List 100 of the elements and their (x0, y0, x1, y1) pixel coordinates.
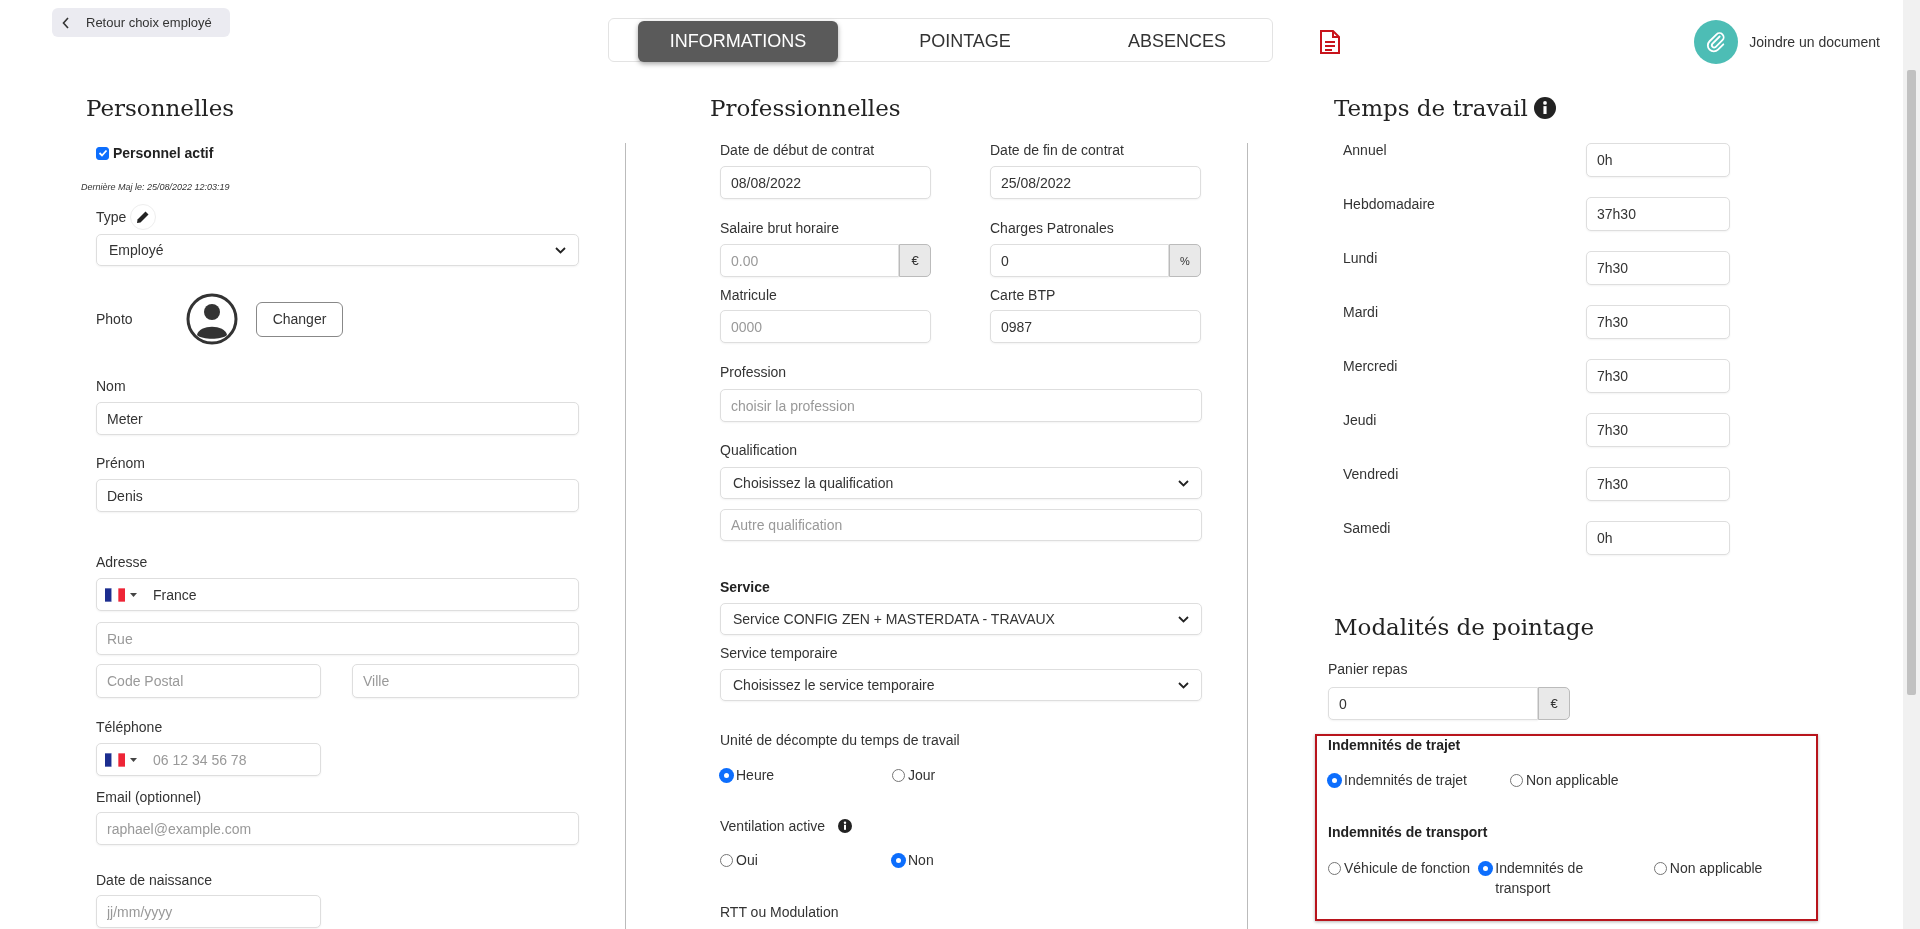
temporary-service-select[interactable]: Choisissez le service temporaire (720, 669, 1202, 701)
phone-field[interactable]: 06 12 34 56 78 (96, 743, 321, 776)
input-field[interactable]: Code Postal (96, 664, 321, 698)
input-field[interactable]: 7h30 (1586, 251, 1730, 285)
input-field[interactable]: 0987 (990, 310, 1201, 343)
input-field[interactable]: 7h30 (1586, 359, 1730, 393)
type-select[interactable]: Employé (96, 234, 579, 266)
info-icon (1533, 97, 1556, 119)
group-label: Indemnités de trajet (1328, 736, 1462, 754)
input-field[interactable]: 0 (1328, 687, 1538, 720)
country-field[interactable]: France (96, 578, 579, 611)
field-label: Service temporaire (720, 644, 838, 662)
radio-label: Non applicable (1526, 771, 1619, 790)
field-label: Unité de décompte du temps de travail (720, 731, 960, 749)
radio-label: Véhicule de fonction (1344, 859, 1471, 878)
radio-button[interactable] (1328, 862, 1341, 875)
radio-label: Indemnités de transport (1495, 859, 1585, 898)
section-title: Modalités de pointage (1333, 613, 1596, 642)
unit-addon: € (899, 244, 931, 277)
date-field[interactable]: jj/mm/yyyy (96, 895, 321, 928)
radio-label: Jour (908, 767, 936, 783)
radio-label: Heure (736, 767, 775, 783)
field-label: Mardi (1343, 303, 1379, 321)
radio-button[interactable] (1653, 862, 1667, 875)
radio-button[interactable] (720, 853, 733, 867)
field-label: Adresse (96, 553, 148, 571)
input-field[interactable]: 0.00 (720, 244, 899, 277)
unit-addon: € (1538, 687, 1570, 720)
chevron-left-icon (62, 16, 70, 29)
input-field[interactable]: 0000 (720, 310, 931, 343)
field-label: Téléphone (96, 718, 163, 736)
service-select[interactable]: Service CONFIG ZEN + MASTERDATA - TRAVAUX (720, 603, 1202, 635)
document-icon[interactable] (1320, 30, 1340, 54)
field-label: Lundi (1343, 249, 1379, 267)
input-field[interactable]: 7h30 (1586, 467, 1730, 501)
scrollbar[interactable] (1903, 0, 1920, 929)
qualification-select[interactable]: Choisissez la qualification (720, 467, 1202, 499)
field-label: Vendredi (1343, 465, 1400, 483)
field-label: Service (720, 578, 770, 596)
field-label: Samedi (1343, 519, 1392, 537)
field-label: Date de début de contrat (720, 141, 876, 159)
field-label: Annuel (1343, 141, 1388, 159)
avatar-icon (186, 293, 238, 345)
field-label: Type (96, 208, 127, 226)
field-label: Charges Patronales (990, 219, 1115, 237)
input-field[interactable]: 7h30 (1586, 305, 1730, 339)
field-label: Photo (96, 310, 134, 328)
chevron-down-icon (1178, 479, 1189, 487)
field-label: RTT ou Modulation (720, 903, 839, 921)
input-field[interactable]: Rue (96, 622, 579, 655)
checkbox-label: Personnel actif (113, 145, 214, 161)
input-field[interactable]: raphael@example.com (96, 812, 579, 845)
radio-button[interactable] (892, 853, 905, 867)
field-label: Panier repas (1328, 660, 1409, 678)
chevron-down-icon (1178, 615, 1189, 623)
radio-button[interactable] (720, 768, 733, 782)
attach-link[interactable]: Joindre un document (1749, 34, 1880, 50)
input-field[interactable]: Ville (352, 664, 579, 698)
input-field[interactable]: 0 (990, 244, 1169, 277)
change-photo-button[interactable]: Changer (256, 301, 343, 337)
chevron-down-icon (555, 246, 566, 254)
field-label: Profession (720, 363, 787, 381)
field-label: Nom (96, 377, 126, 395)
field-label: Carte BTP (990, 286, 1057, 304)
input-field[interactable]: Meter (96, 402, 579, 435)
date-field[interactable]: 25/08/2022 (990, 166, 1201, 199)
radio-button[interactable] (1479, 862, 1493, 875)
field-label: Qualification (720, 441, 798, 459)
field-label: Ventilation active (720, 817, 826, 835)
attach-button[interactable] (1694, 20, 1739, 64)
radio-label: Indemnités de trajet (1344, 771, 1467, 790)
input-field[interactable]: Autre qualification (720, 509, 1202, 541)
scrollbar-thumb[interactable] (1907, 70, 1916, 695)
radio-button[interactable] (1510, 774, 1523, 787)
radio-button[interactable] (892, 768, 905, 782)
back-button[interactable]: Retour choix employé (52, 8, 230, 37)
input-field[interactable]: 7h30 (1586, 413, 1730, 447)
chevron-down-icon (1178, 681, 1189, 689)
tab[interactable]: INFORMATIONS (638, 21, 838, 62)
input-field[interactable]: 06 12 34 56 78 (153, 751, 303, 768)
input-field[interactable]: 0h (1586, 521, 1730, 555)
input-field[interactable]: 0h (1586, 143, 1730, 177)
field-label: Matricule (720, 286, 778, 304)
checkbox[interactable] (96, 146, 109, 160)
field-label: Date de fin de contrat (990, 141, 1125, 159)
flag-icon (105, 752, 125, 767)
field-label: Prénom (96, 454, 146, 472)
flag-icon (105, 587, 125, 602)
section-title: Personnelles (86, 94, 236, 123)
tab[interactable]: ABSENCES (1092, 21, 1262, 62)
field-label: Email (optionnel) (96, 788, 202, 806)
tab[interactable]: POINTAGE (865, 21, 1065, 62)
radio-button[interactable] (1328, 774, 1341, 787)
date-field[interactable]: 08/08/2022 (720, 166, 931, 199)
radio-label: Oui (736, 852, 758, 868)
section-title: Temps de travail (1334, 94, 1528, 123)
input-field[interactable]: Denis (96, 479, 579, 512)
input-field[interactable]: choisir la profession (720, 389, 1202, 422)
last-update-text: Dernière Maj le: 25/08/2022 12:03:19 (81, 181, 230, 193)
input-field[interactable]: 37h30 (1586, 197, 1730, 231)
